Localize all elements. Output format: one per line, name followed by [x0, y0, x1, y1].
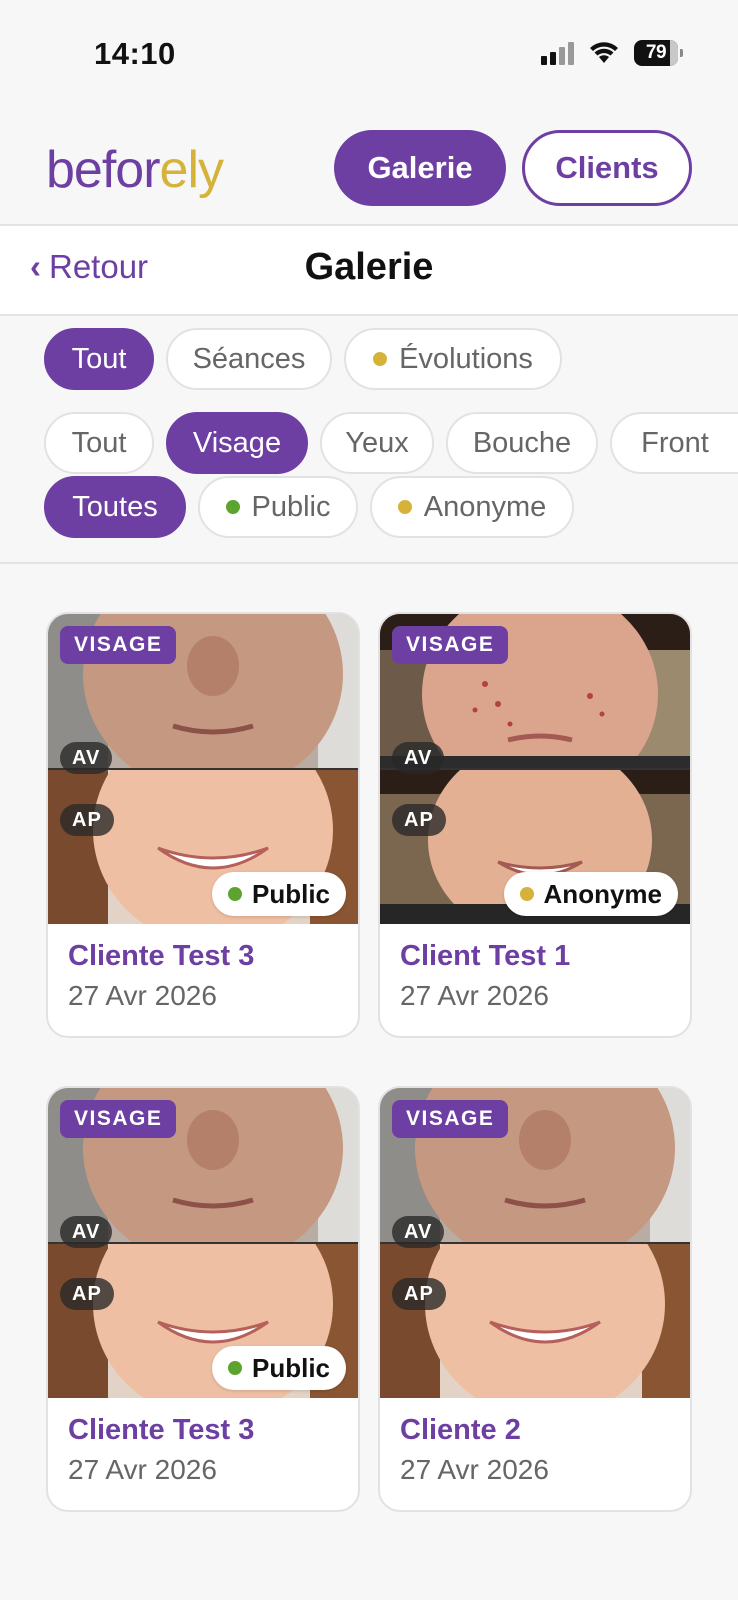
zone-tag: VISAGE [60, 1100, 177, 1138]
status-badge: Public [211, 872, 346, 916]
app-logo: beforely [46, 140, 224, 200]
after-label: AP [392, 1278, 446, 1310]
chip-label: Public [251, 490, 331, 523]
status-icons: 79 [541, 40, 683, 66]
chip-label: Yeux [345, 426, 409, 459]
filter-zone-visage[interactable]: Visage [166, 412, 308, 474]
zone-tag: VISAGE [392, 626, 509, 664]
client-name: Cliente Test 3 [68, 940, 255, 972]
app-header: beforely Galerie Clients [0, 110, 738, 226]
chip-label: Visage [192, 426, 282, 459]
chip-label: Anonyme [423, 490, 547, 523]
chip-label: Tout [71, 426, 127, 459]
before-label: AV [60, 742, 113, 774]
before-label: AV [60, 1216, 113, 1248]
client-name: Cliente 2 [400, 1414, 521, 1446]
client-name: Client Test 1 [400, 940, 571, 972]
battery-icon: 79 [634, 40, 683, 66]
logo-main: befor [46, 141, 161, 199]
green-dot-icon [227, 887, 242, 901]
filter-type-tout[interactable]: Tout [44, 328, 154, 390]
status-badge: Anonyme [503, 872, 678, 916]
wifi-icon [588, 41, 620, 65]
yellow-dot-icon [519, 887, 534, 901]
zone-tag: VISAGE [60, 626, 177, 664]
card-date: 27 Avr 2026 [400, 980, 549, 1011]
logo-accent: ely [159, 141, 224, 199]
battery-level: 79 [645, 42, 667, 63]
yellow-dot-icon [373, 352, 388, 366]
chip-label: Bouche [472, 426, 572, 459]
gallery-card[interactable]: VISAGE AV AP Cliente 2 27 Avr 2026 [378, 1086, 692, 1512]
nav-galerie-button[interactable]: Galerie [334, 130, 506, 206]
chip-label: Tout [71, 342, 127, 375]
after-label: AP [60, 1278, 114, 1310]
status-label: Anonyme [543, 878, 662, 909]
green-dot-icon [225, 500, 240, 514]
after-label: AP [60, 804, 114, 836]
card-date: 27 Avr 2026 [68, 980, 217, 1011]
filter-visibility-anonyme[interactable]: Anonyme [370, 476, 574, 538]
yellow-dot-icon [397, 500, 412, 514]
status-time: 14:10 [94, 36, 176, 71]
before-label: AV [392, 742, 445, 774]
filter-bar: Tout Séances Évolutions Tout Visage Yeux… [0, 316, 738, 564]
after-photo [380, 1244, 690, 1398]
client-name: Cliente Test 3 [68, 1414, 255, 1446]
filter-zone-front[interactable]: Front [610, 412, 738, 474]
filter-type-seances[interactable]: Séances [166, 328, 332, 390]
chip-label: Évolutions [399, 342, 533, 375]
status-label: Public [251, 1352, 330, 1383]
status-badge: Public [211, 1346, 346, 1390]
card-date: 27 Avr 2026 [400, 1454, 549, 1485]
filter-type-evolutions[interactable]: Évolutions [344, 328, 562, 390]
before-label: AV [392, 1216, 445, 1248]
signal-icon [541, 41, 574, 65]
after-label: AP [392, 804, 446, 836]
filter-zone-bouche[interactable]: Bouche [446, 412, 598, 474]
gallery-card[interactable]: VISAGE AV AP Anonyme Client Test 1 27 Av… [378, 612, 692, 1038]
zone-tag: VISAGE [392, 1100, 509, 1138]
status-label: Public [251, 878, 330, 909]
chip-label: Toutes [72, 490, 158, 523]
gallery-card[interactable]: VISAGE AV AP Public Cliente Test 3 27 Av… [46, 1086, 360, 1512]
gallery-card[interactable]: VISAGE AV AP Public Cliente Test 3 27 Av… [46, 612, 360, 1038]
filter-zone-tout[interactable]: Tout [44, 412, 154, 474]
page-title: Galerie [304, 246, 434, 288]
page-header: ‹ Retour Galerie [0, 226, 738, 316]
green-dot-icon [227, 1361, 242, 1375]
filter-zone-yeux[interactable]: Yeux [320, 412, 434, 474]
card-date: 27 Avr 2026 [68, 1454, 217, 1485]
chip-label: Séances [192, 342, 306, 375]
status-bar: 14:10 79 [0, 0, 738, 110]
chip-label: Front [641, 426, 709, 459]
filter-visibility-toutes[interactable]: Toutes [44, 476, 186, 538]
nav-clients-button[interactable]: Clients [522, 130, 692, 206]
filter-visibility-public[interactable]: Public [198, 476, 358, 538]
